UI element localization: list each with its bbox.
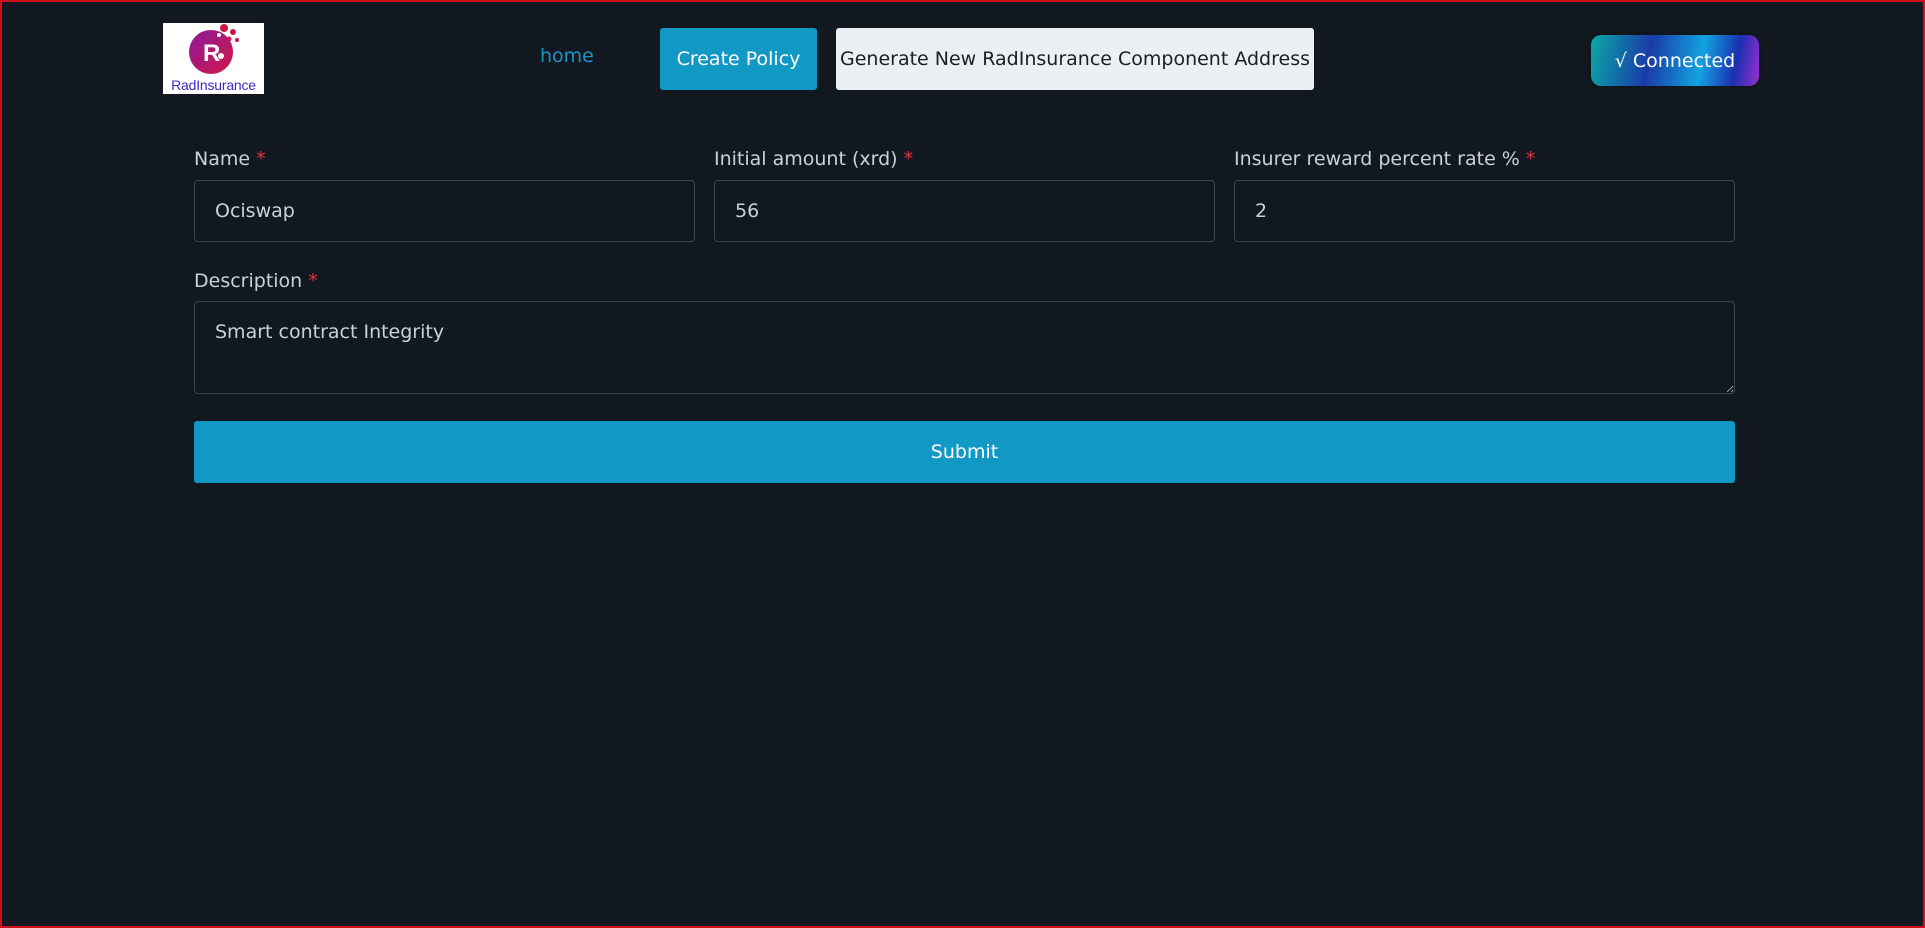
reward-rate-label-text: Insurer reward percent rate % — [1234, 148, 1520, 170]
logo-text: RadInsurance — [171, 77, 256, 93]
description-textarea[interactable]: Smart contract Integrity — [194, 301, 1735, 394]
reward-rate-input[interactable] — [1234, 180, 1735, 242]
logo-mark-icon: R — [189, 24, 239, 74]
initial-amount-label-text: Initial amount (xrd) — [714, 148, 898, 170]
connected-wallet-button[interactable]: √ Connected — [1591, 35, 1759, 86]
description-label-text: Description — [194, 270, 303, 292]
nav-home-link[interactable]: home — [540, 45, 594, 67]
name-input[interactable] — [194, 180, 695, 242]
name-label: Name * — [194, 148, 266, 170]
name-label-text: Name — [194, 148, 251, 170]
initial-amount-label: Initial amount (xrd) * — [714, 148, 913, 170]
radinsurance-logo[interactable]: R RadInsurance — [163, 23, 264, 94]
svg-text:R: R — [203, 40, 220, 67]
submit-button[interactable]: Submit — [194, 421, 1735, 483]
description-label: Description * — [194, 270, 318, 292]
description-required-mark: * — [308, 270, 318, 292]
reward-rate-label: Insurer reward percent rate % * — [1234, 148, 1535, 170]
name-required-mark: * — [256, 148, 266, 170]
initial-amount-input[interactable] — [714, 180, 1215, 242]
create-policy-button[interactable]: Create Policy — [660, 28, 817, 90]
reward-rate-required-mark: * — [1525, 148, 1536, 170]
generate-component-address-button[interactable]: Generate New RadInsurance Component Addr… — [836, 28, 1314, 90]
initial-amount-required-mark: * — [903, 148, 914, 170]
